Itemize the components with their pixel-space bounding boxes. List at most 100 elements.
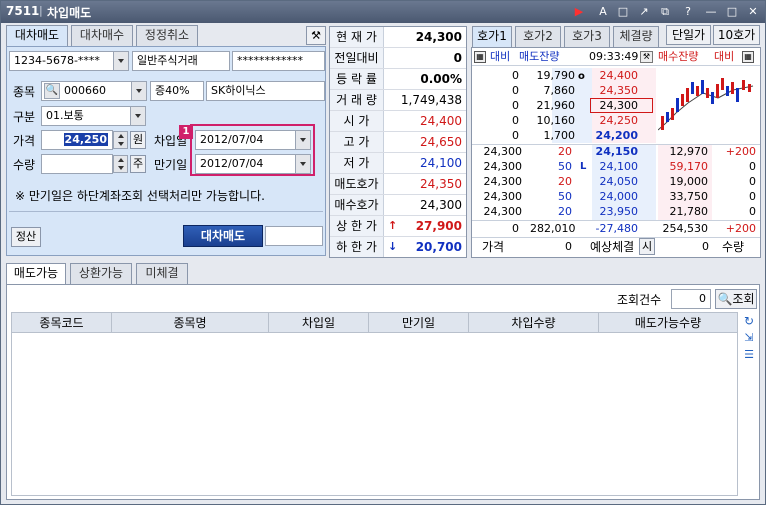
callout-badge: 1 bbox=[179, 125, 193, 139]
buy-diff: 0 bbox=[749, 205, 756, 218]
minimize-icon[interactable]: — bbox=[704, 5, 718, 19]
col-expire-date[interactable]: 만기일 bbox=[369, 313, 469, 333]
chevron-down-icon[interactable] bbox=[131, 82, 146, 100]
sell-price[interactable]: 24,350 bbox=[592, 84, 639, 98]
tab-unfilled[interactable]: 미체결 bbox=[136, 263, 188, 284]
chevron-down-icon[interactable] bbox=[295, 131, 310, 149]
tools-icon[interactable]: ⚒ bbox=[306, 26, 326, 45]
expire-date-select[interactable]: 2012/07/04 bbox=[195, 154, 311, 174]
chart-candle bbox=[681, 94, 684, 106]
tools-icon[interactable]: ⚒ bbox=[640, 51, 653, 63]
refresh-icon[interactable]: ↻ bbox=[742, 314, 756, 328]
buy-price[interactable]: 24,000 bbox=[592, 190, 639, 204]
chevron-down-icon[interactable] bbox=[130, 107, 145, 125]
col-borrow-date[interactable]: 차입일 bbox=[269, 313, 369, 333]
price-label: 가격 bbox=[13, 134, 36, 148]
buy-price[interactable]: 24,050 bbox=[592, 175, 639, 189]
tab-sellable[interactable]: 매도가능 bbox=[6, 263, 66, 284]
window-title: 차입매도 bbox=[47, 6, 92, 20]
grid-icon[interactable]: ▦ bbox=[474, 51, 486, 63]
account-select[interactable]: 1234-5678-**** bbox=[9, 51, 129, 71]
chart-candle bbox=[661, 116, 664, 130]
play-icon[interactable]: ▶ bbox=[572, 5, 586, 19]
expected-price-label: 가격 bbox=[482, 240, 505, 254]
single-price-button[interactable]: 단일가 bbox=[666, 25, 711, 45]
sell-price[interactable]: 24,300 bbox=[592, 99, 639, 113]
mini-chart bbox=[658, 78, 754, 131]
sell-diff: 0 bbox=[512, 69, 519, 82]
link-icon[interactable]: ↗ bbox=[637, 5, 651, 19]
tab-short-sell[interactable]: 대차매도 bbox=[6, 25, 68, 46]
tab-hoga3[interactable]: 호가3 bbox=[564, 26, 610, 47]
order-book: ▦ 대비 매도잔량 09:33:49 ⚒ 매수잔량 대비 ▦ 0 19,790 … bbox=[471, 47, 761, 258]
header-compare: 대비 bbox=[490, 50, 511, 63]
chart-candle bbox=[716, 84, 719, 98]
quantity-input[interactable] bbox=[41, 154, 113, 174]
buy-qty: 19,000 bbox=[669, 175, 709, 188]
price-stepper[interactable] bbox=[113, 131, 128, 149]
tab-modify-cancel[interactable]: 정정취소 bbox=[136, 25, 198, 46]
sell-price[interactable]: 24,200 bbox=[592, 129, 638, 143]
quantity-unit-button[interactable]: 주 bbox=[130, 155, 146, 173]
help-icon[interactable]: ? bbox=[681, 5, 695, 19]
chart-candle bbox=[686, 88, 689, 102]
password-field[interactable]: ************ bbox=[232, 51, 325, 71]
grid-icon[interactable]: ▦ bbox=[742, 51, 754, 63]
col-stock-code[interactable]: 종목코드 bbox=[12, 313, 112, 333]
sell-price[interactable]: 24,400 bbox=[592, 69, 639, 83]
col-stock-name[interactable]: 종목명 bbox=[112, 313, 269, 333]
chart-candle bbox=[691, 82, 694, 94]
order-extra-field[interactable] bbox=[265, 226, 323, 246]
trade-volume: 20 bbox=[558, 175, 572, 188]
tab-hoga2[interactable]: 호가2 bbox=[515, 26, 561, 47]
settle-button[interactable]: 정산 bbox=[11, 227, 41, 247]
col-sellable-qty[interactable]: 매도가능수량 bbox=[599, 313, 737, 333]
buy-price[interactable]: 24,150 bbox=[592, 145, 638, 159]
ten-hoga-button[interactable]: 10호가 bbox=[713, 25, 760, 45]
quantity-stepper[interactable] bbox=[113, 155, 128, 173]
search-icon[interactable]: 🔍 bbox=[44, 83, 60, 99]
dock-icon[interactable]: ⧉ bbox=[658, 5, 672, 19]
quantity-label: 수량 bbox=[13, 158, 36, 172]
tab-repayable[interactable]: 상환가능 bbox=[70, 263, 132, 284]
tab-hoga1[interactable]: 호가1 bbox=[472, 26, 512, 47]
buy-price[interactable]: 24,100 bbox=[592, 160, 639, 174]
price-input[interactable]: 24,250 bbox=[41, 130, 113, 150]
chevron-down-icon[interactable] bbox=[113, 52, 128, 70]
chart-candle bbox=[742, 80, 745, 90]
buy-diff: 0 bbox=[749, 175, 756, 188]
low-price: 24,100 bbox=[420, 156, 462, 170]
search-icon: 🔍 bbox=[717, 292, 733, 306]
order-panel: 1234-5678-**** 일반주식거래 ************ 종목 🔍 … bbox=[6, 46, 326, 256]
expected-time-button[interactable]: 시 bbox=[639, 238, 655, 255]
quote-label: 현 재 가 bbox=[330, 27, 384, 47]
tab-volume[interactable]: 체결량 bbox=[613, 26, 659, 47]
chevron-down-icon[interactable] bbox=[295, 155, 310, 173]
quote-panel: 현 재 가 24,300 전일대비 0 등 락 률 0.00% 거 래 량 1,… bbox=[329, 26, 467, 258]
category-select[interactable]: 01.보통 bbox=[41, 106, 146, 126]
font-icon[interactable]: A bbox=[596, 5, 610, 19]
copy-icon[interactable]: □ bbox=[616, 5, 630, 19]
chart-candle bbox=[731, 82, 734, 94]
export-icon[interactable]: ⇲ bbox=[742, 331, 756, 345]
price-unit-button[interactable]: 원 bbox=[130, 131, 146, 149]
query-count-field: 0 bbox=[671, 289, 711, 309]
net-remain: -27,480 bbox=[595, 222, 638, 235]
short-sell-button[interactable]: 대차매도 bbox=[183, 225, 263, 247]
query-button[interactable]: 🔍조회 bbox=[715, 289, 757, 309]
positions-grid: 종목코드 종목명 차입일 만기일 차입수량 매도가능수량 bbox=[11, 312, 738, 496]
quote-label: 상 한 가 bbox=[330, 216, 384, 236]
tab-short-buy[interactable]: 대차매수 bbox=[71, 25, 133, 46]
order-book-header: ▦ 대비 매도잔량 09:33:49 ⚒ 매수잔량 대비 ▦ bbox=[472, 48, 760, 66]
stock-code-field[interactable]: 🔍 000660 bbox=[41, 81, 147, 101]
sell-price[interactable]: 24,250 bbox=[592, 114, 639, 128]
buy-price[interactable]: 23,950 bbox=[592, 205, 639, 219]
close-icon[interactable]: ✕ bbox=[746, 5, 760, 19]
settings-icon[interactable]: ☰ bbox=[742, 348, 756, 362]
col-borrow-qty[interactable]: 차입수량 bbox=[469, 313, 599, 333]
maximize-icon[interactable]: □ bbox=[725, 5, 739, 19]
margin-rate: 증40% bbox=[150, 81, 204, 101]
trade-volume: 20 bbox=[558, 145, 572, 158]
borrow-date-select[interactable]: 2012/07/04 bbox=[195, 130, 311, 150]
sell-diff: 0 bbox=[512, 114, 519, 127]
